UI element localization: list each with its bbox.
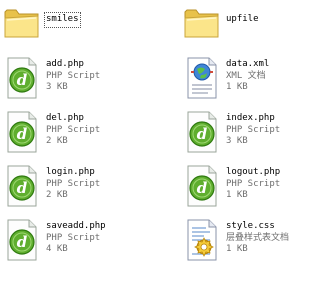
file-name: index.php [226, 113, 275, 123]
svg-text:d: d [17, 71, 28, 89]
file-item-style-css[interactable]: style.css 层叠样式表文档 1 KB [180, 216, 330, 270]
file-item-logout-php[interactable]: d logout.php PHP Script 1 KB [180, 162, 330, 216]
svg-text:d: d [17, 179, 28, 197]
file-type: PHP Script [226, 124, 281, 135]
svg-text:d: d [197, 125, 208, 143]
file-item-data-xml[interactable]: data.xml XML 文档 1 KB [180, 54, 330, 108]
file-name: logout.php [226, 167, 281, 177]
xml-document-icon [182, 54, 222, 102]
file-name: saveadd.php [46, 221, 106, 231]
file-size: 2 KB [46, 190, 68, 200]
file-type: PHP Script [46, 124, 101, 135]
file-size: 2 KB [46, 136, 68, 146]
svg-text:d: d [17, 233, 28, 251]
svg-text:d: d [197, 179, 208, 197]
file-size: 4 KB [46, 244, 68, 254]
file-item-saveadd-php[interactable]: d saveadd.php PHP Script 4 KB [0, 216, 160, 270]
file-browser: { "files": [ {"icon": "folder-icon", "na… [0, 0, 330, 283]
file-size: 1 KB [226, 190, 248, 200]
file-item-del-php[interactable]: d del.php PHP Script 2 KB [0, 108, 160, 162]
file-type: 层叠样式表文档 [226, 232, 290, 243]
dreamweaver-php-icon: d [182, 108, 222, 156]
file-type: PHP Script [46, 70, 101, 81]
svg-text:d: d [17, 125, 28, 143]
dreamweaver-php-icon: d [2, 54, 42, 102]
file-name: style.css [226, 221, 275, 231]
file-name: add.php [46, 59, 84, 69]
dreamweaver-php-icon: d [2, 216, 42, 264]
file-name: upfile [226, 14, 259, 24]
file-type: PHP Script [46, 232, 101, 243]
dreamweaver-php-icon: d [2, 162, 42, 210]
file-type: PHP Script [46, 178, 101, 189]
folder-icon [2, 2, 42, 50]
file-item-upfile[interactable]: upfile [180, 2, 330, 56]
css-document-icon [182, 216, 222, 264]
file-name: smiles [44, 12, 81, 28]
file-size: 3 KB [226, 136, 248, 146]
file-name: del.php [46, 113, 84, 123]
file-name: data.xml [226, 59, 270, 69]
dreamweaver-php-icon: d [2, 108, 42, 156]
file-name: login.php [46, 167, 95, 177]
folder-icon [182, 2, 222, 50]
file-type: PHP Script [226, 178, 281, 189]
file-item-index-php[interactable]: d index.php PHP Script 3 KB [180, 108, 330, 162]
file-size: 1 KB [226, 244, 248, 254]
file-item-login-php[interactable]: d login.php PHP Script 2 KB [0, 162, 160, 216]
dreamweaver-php-icon: d [182, 162, 222, 210]
file-item-add-php[interactable]: d add.php PHP Script 3 KB [0, 54, 160, 108]
file-item-smiles[interactable]: smiles [0, 2, 160, 56]
file-type: XML 文档 [226, 70, 266, 81]
file-size: 3 KB [46, 82, 68, 92]
file-size: 1 KB [226, 82, 248, 92]
